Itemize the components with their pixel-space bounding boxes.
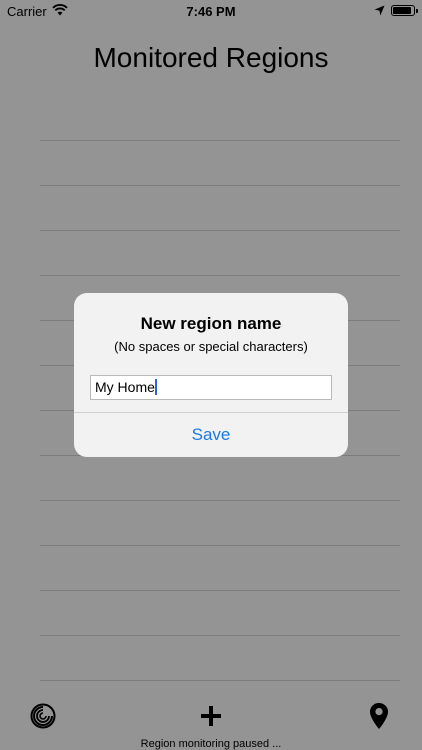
save-button[interactable]: Save (74, 413, 348, 457)
alert-message: (No spaces or special characters) (114, 339, 308, 354)
region-name-input[interactable]: My Home (90, 375, 332, 400)
alert-title: New region name (140, 314, 282, 333)
new-region-alert: New region name (No spaces or special ch… (74, 293, 348, 457)
region-name-value: My Home (95, 379, 155, 395)
text-caret (154, 379, 157, 395)
